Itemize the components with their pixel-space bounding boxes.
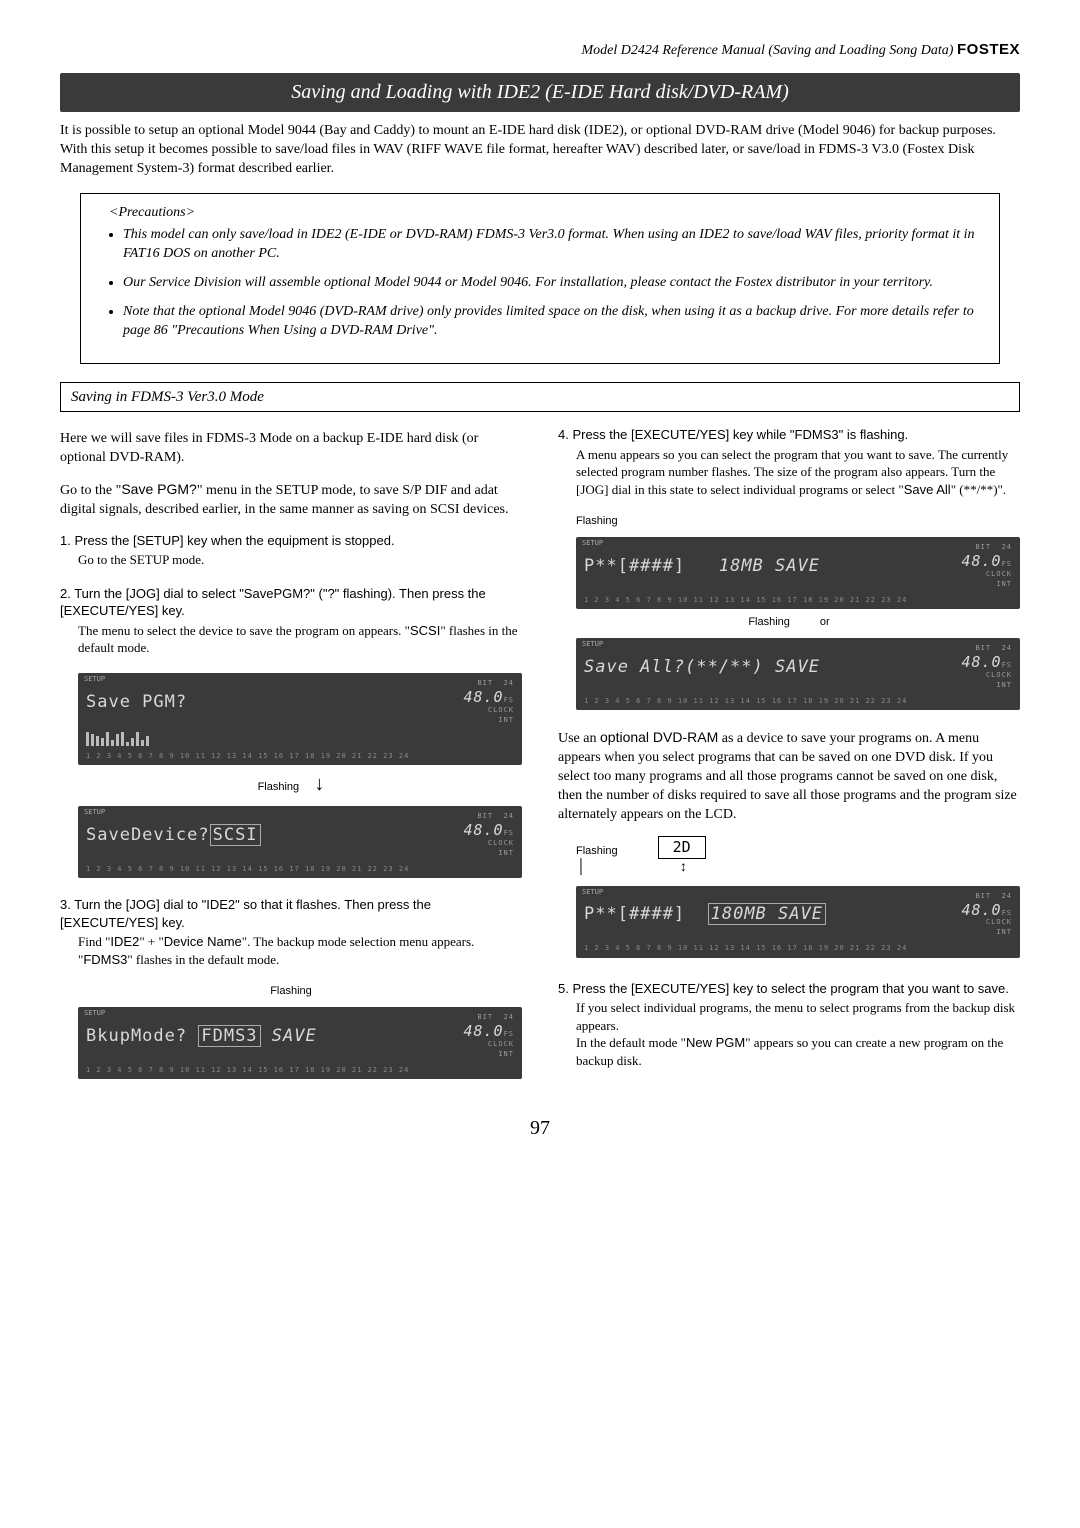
flashing-label: Flashing	[60, 984, 522, 999]
lcd-text: Save All?(**/**) SAVE	[584, 656, 820, 679]
page-header: Model D2424 Reference Manual (Saving and…	[60, 40, 1020, 61]
lcd-text: P**[####] 180MB SAVE	[584, 903, 826, 926]
step-5-label: 5. Press the [EXECUTE/YES] key to select…	[558, 981, 1009, 996]
step-4-label: 4. Press the [EXECUTE/YES] key while "FD…	[558, 427, 908, 442]
lcd-text: SaveDevice?SCSI	[86, 824, 261, 847]
step-1: 1. Press the [SETUP] key when the equipm…	[60, 532, 522, 569]
precautions-title: <Precautions>	[109, 204, 981, 223]
disk-count-box: 2D	[658, 836, 706, 858]
flashing-label: Flashing	[576, 514, 1020, 529]
arrow-down-icon: │	[576, 859, 586, 878]
step-2-body: The menu to select the device to save th…	[78, 622, 522, 657]
step-5: 5. Press the [EXECUTE/YES] key to select…	[558, 980, 1020, 1070]
step-3: 3. Turn the [JOG] dial to "IDE2" so that…	[60, 896, 522, 968]
dvd-ram-paragraph: Use an optional DVD-RAM as a device to s…	[558, 728, 1020, 824]
precautions-box: <Precautions> This model can only save/l…	[80, 193, 1000, 364]
lcd-text: BkupMode? FDMS3 SAVE	[86, 1025, 317, 1048]
step-1-label: 1. Press the [SETUP] key when the equipm…	[60, 533, 395, 548]
step-3-body: Find "IDE2" + "Device Name". The backup …	[78, 933, 522, 968]
lcd-save-device: SETUP SaveDevice?SCSI BIT 24 48.0FS CLOC…	[78, 806, 522, 878]
flashing-or-row: Flashing or	[558, 615, 1020, 630]
arrow-down-icon: ↓	[314, 773, 324, 795]
step-1-body: Go to the SETUP mode.	[78, 551, 522, 569]
section-banner: Saving and Loading with IDE2 (E-IDE Hard…	[60, 73, 1020, 112]
lcd-program-size: SETUP P**[####] 18MB SAVE BIT 24 48.0FS …	[576, 537, 1020, 609]
header-model: Model D2424 Reference Manual (Saving and…	[582, 43, 954, 58]
lcd-save-all: SETUP Save All?(**/**) SAVE BIT 24 48.0F…	[576, 638, 1020, 710]
precaution-item: Note that the optional Model 9046 (DVD-R…	[123, 303, 981, 341]
flashing-label: Flashing	[576, 844, 618, 859]
lcd-meters	[86, 730, 514, 746]
left-para2: Go to the "Save PGM?" menu in the SETUP …	[60, 480, 522, 520]
right-column: 4. Press the [EXECUTE/YES] key while "FD…	[558, 426, 1020, 1085]
left-para1: Here we will save files in FDMS-3 Mode o…	[60, 430, 522, 468]
flashing-label: Flashing ↓	[60, 771, 522, 798]
step-3-label: 3. Turn the [JOG] dial to "IDE2" so that…	[60, 897, 431, 930]
lcd-text: P**[####] 18MB SAVE	[584, 555, 820, 578]
intro-paragraph: It is possible to setup an optional Mode…	[60, 122, 1020, 179]
lcd-text: Save PGM?	[86, 691, 187, 714]
step-2-label: 2. Turn the [JOG] dial to select "SavePG…	[60, 586, 486, 619]
page-number: 97	[60, 1115, 1020, 1142]
lcd-backup-mode: SETUP BkupMode? FDMS3 SAVE BIT 24 48.0FS…	[78, 1007, 522, 1079]
lcd-save-pgm: SETUP Save PGM? BIT 24 48.0FS CLOCK INT …	[78, 673, 522, 765]
header-brand: FOSTEX	[957, 41, 1020, 58]
precaution-item: Our Service Division will assemble optio…	[123, 274, 981, 293]
step-4: 4. Press the [EXECUTE/YES] key while "FD…	[558, 426, 1020, 498]
left-column: Here we will save files in FDMS-3 Mode o…	[60, 426, 522, 1085]
subsection-title: Saving in FDMS-3 Ver3.0 Mode	[60, 382, 1020, 412]
step-5-body: If you select individual programs, the m…	[576, 999, 1020, 1069]
step-2: 2. Turn the [JOG] dial to select "SavePG…	[60, 585, 522, 657]
precaution-item: This model can only save/load in IDE2 (E…	[123, 226, 981, 264]
arrow-up-down-icon: ↕	[680, 859, 687, 878]
step-4-body: A menu appears so you can select the pro…	[576, 446, 1020, 499]
lcd-dvd-size: SETUP P**[####] 180MB SAVE BIT 24 48.0FS…	[576, 886, 1020, 958]
